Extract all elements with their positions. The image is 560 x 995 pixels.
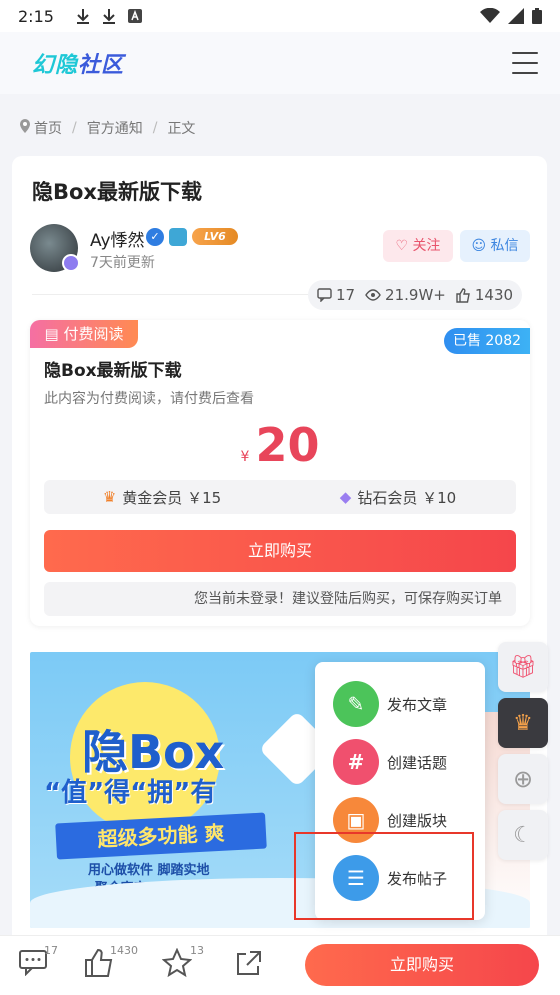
floating-side-bar: 🎁︎ ♛ ⊕ ☾	[498, 642, 548, 866]
heart-icon: ♡	[395, 238, 409, 254]
hash-icon: #	[333, 739, 379, 785]
crown-icon: ♛	[513, 710, 533, 736]
highlight-box	[294, 832, 474, 920]
banner-ribbon: 超级多功能 爽	[55, 812, 267, 860]
system-icons	[480, 8, 542, 24]
site-logo[interactable]: 幻隐社区	[32, 47, 124, 79]
gold-member-label: 黄金会员 ￥15	[122, 488, 222, 507]
message-button[interactable]: ☺ 私信	[460, 230, 530, 262]
menu-item-label: 创建话题	[387, 753, 448, 772]
breadcrumb-home[interactable]: 首页	[34, 118, 62, 138]
paywall-title: 隐Box最新版下载	[44, 361, 182, 381]
post-title: 隐Box最新版下载	[32, 180, 202, 204]
notification-icons	[76, 8, 142, 24]
create-button[interactable]: ⊕	[498, 754, 548, 804]
like-stat: 1430	[456, 286, 513, 304]
vip-button[interactable]: ♛	[498, 698, 548, 748]
buy-now-button[interactable]: 立即购买	[44, 530, 516, 572]
signal-icon	[508, 8, 524, 24]
breadcrumb: 首页 / 官方通知 / 正文	[20, 118, 195, 138]
menu-item-publish-article[interactable]: ✎ 发布文章	[333, 680, 483, 728]
price-value: 20	[255, 418, 320, 472]
diamond-member-label: 钻石会员 ￥10	[357, 488, 457, 507]
view-stat: 21.9W+	[365, 286, 446, 304]
divider	[32, 294, 332, 295]
author-name[interactable]: Ay悸然	[90, 226, 145, 251]
favorite-count: 13	[190, 944, 204, 957]
banner-line1: 用心做软件 脚踏实地	[88, 863, 210, 878]
diamond-member-price: ◆ 钻石会员 ￥10	[280, 487, 516, 508]
wifi-icon	[480, 8, 500, 23]
comment-button[interactable]: 17	[18, 944, 58, 984]
favorite-button[interactable]: 13	[161, 944, 204, 984]
moon-icon: ☾	[513, 822, 533, 848]
status-bar: 2:15	[0, 0, 560, 32]
like-count: 1430	[110, 944, 138, 957]
verified-icon: ✓	[146, 228, 164, 246]
post-stats: 17 21.9W+ 1430	[308, 280, 522, 310]
share-button[interactable]	[234, 948, 274, 984]
paywall-box: ▤ 付费阅读 已售 2082 隐Box最新版下载 此内容为付费阅读，请付费后查看…	[30, 320, 530, 626]
download-icon	[102, 9, 115, 24]
breadcrumb-separator: /	[72, 120, 77, 136]
plus-icon: ⊕	[512, 765, 534, 793]
like-button[interactable]: 1430	[84, 944, 138, 984]
like-count: 1430	[474, 286, 514, 304]
avatar-badge-icon	[62, 254, 80, 272]
app-header: 幻隐社区	[0, 32, 560, 94]
star-icon	[161, 947, 193, 978]
banner-subtitle: “值”得“拥”有	[44, 778, 217, 808]
gift-button[interactable]: 🎁︎	[498, 642, 548, 692]
currency-symbol: ¥	[240, 449, 250, 465]
breadcrumb-separator: /	[152, 120, 158, 136]
view-count: 21.9W+	[385, 286, 446, 304]
comment-stat: 17	[317, 286, 355, 304]
location-pin-icon	[20, 119, 30, 137]
gold-member-price: ♛ 黄金会员 ￥15	[44, 487, 280, 508]
app-a-icon	[127, 9, 142, 23]
breadcrumb-current: 正文	[167, 121, 196, 137]
breadcrumb-category[interactable]: 官方通知	[87, 118, 143, 138]
menu-item-create-topic[interactable]: # 创建话题	[333, 738, 483, 786]
paid-read-label: 付费阅读	[63, 325, 124, 343]
level-badge: LV6	[192, 228, 238, 245]
book-icon: ▤	[44, 325, 59, 343]
login-tip: 您当前未登录！建议登陆后购买，可保存购买订单	[44, 582, 516, 616]
paid-read-tag: ▤ 付费阅读	[30, 320, 138, 348]
eye-icon	[365, 289, 381, 301]
download-icon	[76, 9, 89, 24]
diamond-icon: ◆	[339, 488, 352, 506]
pencil-icon: ✎	[333, 681, 379, 727]
battery-icon	[532, 8, 542, 24]
bottom-buy-now-button[interactable]: 立即购买	[305, 944, 539, 986]
update-time: 7天前更新	[90, 255, 155, 271]
gift-icon: 🎁︎	[509, 654, 537, 680]
menu-item-label: 创建版块	[387, 811, 448, 830]
menu-icon[interactable]	[512, 52, 538, 74]
follow-label: 关注	[412, 238, 441, 254]
share-icon	[237, 951, 261, 975]
member-badge-icon	[169, 228, 187, 246]
sold-count-badge: 已售 2082	[444, 328, 530, 354]
comment-icon	[317, 288, 332, 302]
message-label: 私信	[490, 238, 519, 254]
chat-bubble-icon: ☺	[471, 238, 487, 254]
author-row: Ay悸然 ✓ LV6 7天前更新 ♡ 关注 ☺ 私信	[30, 222, 530, 278]
menu-item-label: 发布文章	[387, 695, 448, 714]
logo-text-part1: 幻隐	[32, 53, 79, 78]
bottom-action-bar: 17 1430 13 立即购买	[0, 935, 560, 995]
member-prices: ♛ 黄金会员 ￥15 ◆ 钻石会员 ￥10	[44, 480, 516, 514]
dark-mode-button[interactable]: ☾	[498, 810, 548, 860]
paywall-description: 此内容为付费阅读，请付费后查看	[44, 391, 254, 407]
follow-button[interactable]: ♡ 关注	[383, 230, 453, 262]
price: ¥20	[30, 418, 530, 472]
status-time: 2:15	[18, 6, 54, 26]
comment-count: 17	[44, 944, 58, 957]
thumbs-up-icon	[456, 287, 470, 303]
crown-icon: ♛	[102, 488, 117, 506]
logo-text-part2: 社区	[78, 53, 125, 78]
comment-count: 17	[335, 286, 356, 304]
